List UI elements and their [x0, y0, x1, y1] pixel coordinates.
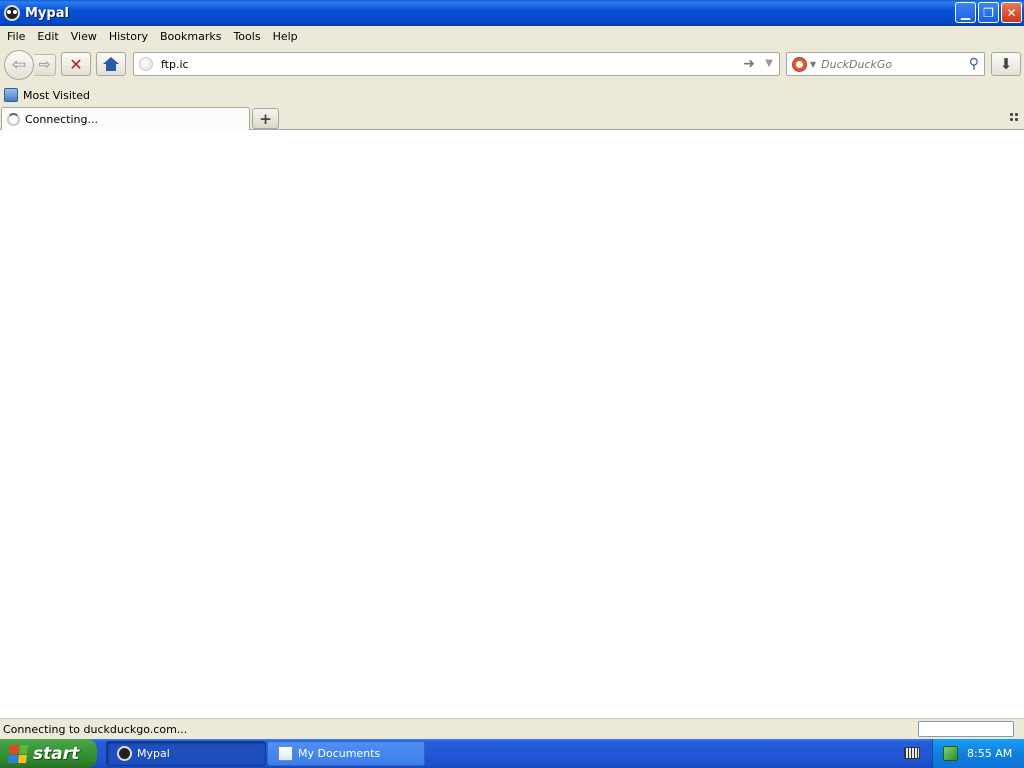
- start-label: start: [33, 743, 80, 764]
- home-icon: [103, 57, 119, 71]
- clock[interactable]: 8:55 AM: [967, 747, 1012, 760]
- back-arrow-icon: ⇦: [11, 55, 27, 75]
- folder-window-icon: [278, 746, 293, 761]
- menu-file[interactable]: File: [0, 30, 31, 43]
- window-title: Mypal: [25, 5, 69, 21]
- search-input[interactable]: [821, 57, 962, 71]
- start-button[interactable]: start: [0, 739, 97, 768]
- stop-button[interactable]: ✕: [61, 52, 91, 76]
- tab-connecting[interactable]: Connecting...: [1, 107, 250, 130]
- menu-history[interactable]: History: [103, 30, 154, 43]
- bookmark-most-visited[interactable]: Most Visited: [23, 89, 90, 102]
- back-button[interactable]: ⇦: [4, 50, 34, 80]
- system-tray: 8:55 AM: [932, 739, 1024, 768]
- bookmarks-toolbar: Most Visited: [0, 84, 1024, 106]
- loading-spinner-icon: [7, 112, 20, 126]
- search-engine-dropdown-icon[interactable]: ▼: [810, 60, 816, 69]
- status-text: Connecting to duckduckgo.com...: [3, 722, 188, 736]
- menu-view[interactable]: View: [65, 30, 103, 43]
- menu-tools[interactable]: Tools: [227, 30, 266, 43]
- tab-strip: Connecting... +: [0, 106, 1024, 130]
- window-title-bar[interactable]: Mypal ▁ ❐ ✕: [0, 0, 1024, 26]
- downloads-button[interactable]: ⬇: [991, 52, 1021, 76]
- keyboard-language-icon[interactable]: [904, 747, 920, 759]
- menu-edit[interactable]: Edit: [31, 30, 64, 43]
- navigation-toolbar: ⇦ ⇨ ✕ ➜ ▼ ▼ ⚲ ⬇: [0, 46, 1024, 84]
- home-button[interactable]: [96, 52, 126, 76]
- address-bar[interactable]: ➜ ▼: [133, 52, 780, 76]
- tab-label: Connecting...: [25, 112, 98, 126]
- stop-icon: ✕: [69, 54, 83, 74]
- windows-taskbar: start Mypal My Documents 8:55 AM: [0, 739, 1024, 768]
- menu-bar: File Edit View History Bookmarks Tools H…: [0, 26, 1024, 46]
- site-identity-icon[interactable]: [139, 57, 153, 71]
- duckduckgo-engine-icon[interactable]: [792, 56, 807, 72]
- taskbar-item-label: My Documents: [298, 747, 381, 760]
- go-arrow-icon[interactable]: ➜: [743, 56, 755, 72]
- taskbar-item-mypal[interactable]: Mypal: [106, 741, 266, 766]
- url-history-dropdown-icon[interactable]: ▼: [765, 58, 773, 69]
- taskbar-item-label: Mypal: [137, 747, 170, 760]
- taskbar-item-my-documents[interactable]: My Documents: [267, 741, 425, 766]
- restore-button[interactable]: ❐: [978, 2, 999, 23]
- minimize-button[interactable]: ▁: [955, 2, 976, 23]
- page-content-area[interactable]: [0, 130, 1024, 718]
- menu-help[interactable]: Help: [267, 30, 304, 43]
- status-progress-bar: [918, 721, 1014, 737]
- forward-arrow-icon: ⇨: [38, 57, 51, 73]
- menu-bookmarks[interactable]: Bookmarks: [154, 30, 227, 43]
- network-tray-icon[interactable]: [943, 746, 958, 761]
- window-controls: ▁ ❐ ✕: [955, 2, 1022, 23]
- mypal-app-icon: [117, 746, 132, 761]
- most-visited-icon: [4, 88, 18, 102]
- search-magnifier-icon[interactable]: ⚲: [969, 56, 979, 72]
- url-input[interactable]: [161, 57, 721, 71]
- new-tab-button[interactable]: +: [252, 108, 279, 129]
- search-bar[interactable]: ▼ ⚲: [786, 52, 985, 76]
- forward-button[interactable]: ⇨: [34, 54, 56, 76]
- download-arrow-icon: ⬇: [999, 55, 1013, 73]
- list-all-tabs-icon[interactable]: [1009, 112, 1019, 122]
- mypal-app-icon[interactable]: [4, 5, 20, 21]
- status-bar: Connecting to duckduckgo.com...: [0, 718, 1024, 739]
- close-button[interactable]: ✕: [1001, 2, 1022, 23]
- windows-logo-icon: [8, 744, 28, 763]
